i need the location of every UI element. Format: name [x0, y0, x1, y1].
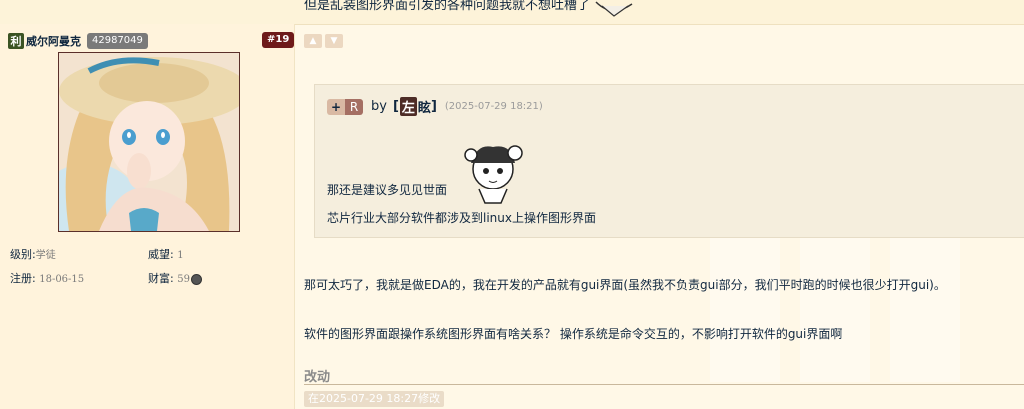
quote-block: + R by [左眩] (2025-07-29 18:21) 那还是建议多见见世…: [314, 84, 1024, 238]
post-body-line-1: 那可太巧了，我就是做EDA的，我在开发的产品就有gui界面(虽然我不负责gui部…: [304, 278, 946, 292]
username-link[interactable]: 威尔阿曼克: [26, 33, 81, 49]
quoted-username-link[interactable]: [左眩]: [393, 97, 437, 116]
chibi-sticker-icon: [464, 145, 523, 204]
watermark-logo: [710, 232, 960, 382]
user-info-column: 利 威尔阿曼克 42987049 #19 级别:学徒 威望: 1 注册: 18-…: [0, 24, 295, 409]
edit-section-title: 改动: [304, 370, 331, 385]
quote-line-2: 芯片行业大部分软件都涉及到linux上操作图形界面: [327, 211, 596, 225]
thumbs-down-icon[interactable]: ▼: [325, 34, 343, 48]
reply-r-label: R: [345, 98, 363, 115]
user-wealth: 财富: 59: [148, 270, 286, 286]
previous-post-text: 但是乱装图形界面引发的各种问题我就不想吐槽了: [304, 0, 591, 13]
coin-icon: [190, 273, 202, 285]
user-group-badge: 利: [8, 33, 24, 49]
reply-tag[interactable]: + R: [327, 98, 363, 115]
user-prestige: 威望: 1: [148, 248, 184, 261]
vote-buttons: ▲ ▼: [304, 34, 346, 48]
sticker-emoji-icon: [595, 1, 633, 17]
quote-line-1: 那还是建议多见见世面: [327, 183, 448, 197]
quote-header: + R by [左眩] (2025-07-29 18:21): [327, 97, 543, 116]
post-body-line-2: 软件的图形界面跟操作系统图形界面有啥关系？ 操作系统是命令交互的，不影响打开软件…: [304, 327, 843, 341]
user-stats: 级别:学徒 威望: 1 注册: 18-06-15 财富: 59: [10, 242, 288, 290]
edit-timestamp: 在2025-07-29 18:27修改: [304, 391, 445, 407]
reply-plus-label: +: [327, 98, 345, 115]
quote-by-label: by: [371, 99, 387, 114]
avatar: [58, 52, 240, 232]
user-id-badge[interactable]: 42987049: [87, 33, 148, 49]
floor-number-link[interactable]: #19: [262, 32, 295, 48]
user-register-date: 注册: 18-06-15: [10, 272, 85, 285]
user-header: 利 威尔阿曼克 42987049: [8, 32, 148, 50]
avatar-image: [59, 53, 239, 231]
user-level: 级别:学徒: [10, 248, 56, 261]
quote-date: (2025-07-29 18:21): [444, 101, 543, 112]
thumbs-up-icon[interactable]: ▲: [304, 34, 322, 48]
previous-post-strip: 但是乱装图形界面引发的各种问题我就不想吐槽了: [0, 0, 1024, 25]
edit-divider: [304, 384, 1024, 385]
